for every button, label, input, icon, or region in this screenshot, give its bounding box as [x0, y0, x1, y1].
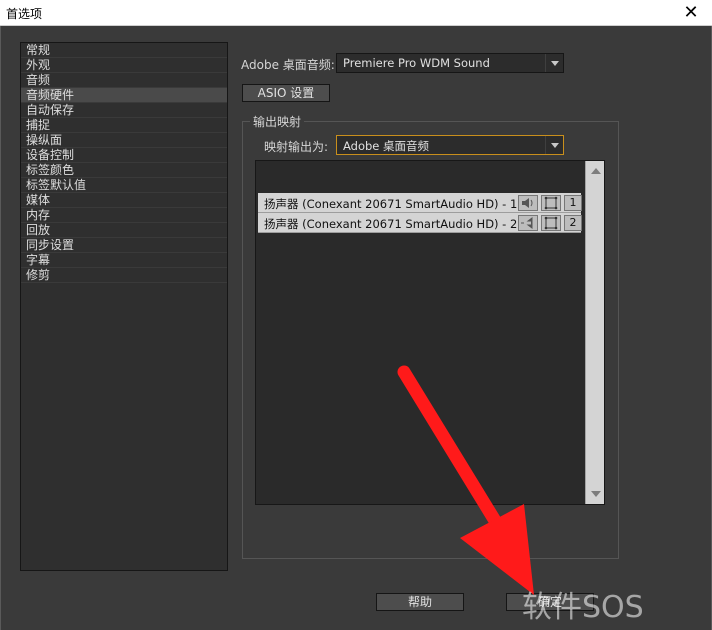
channel-number[interactable]: 2 — [564, 215, 582, 231]
sidebar-item[interactable]: 设备控制 — [21, 148, 227, 163]
map-output-label: 映射输出为: — [264, 140, 329, 154]
speaker-icon[interactable] — [518, 215, 538, 231]
map-output-value: Adobe 桌面音频 — [343, 139, 430, 153]
sidebar-item[interactable]: 内存 — [21, 208, 227, 223]
sidebar-item[interactable]: 媒体 — [21, 193, 227, 208]
sidebar-item[interactable]: 回放 — [21, 223, 227, 238]
sidebar-item[interactable]: 同步设置 — [21, 238, 227, 253]
title-bar: 首选项 ✕ — [0, 0, 712, 26]
watermark: 软件SOS — [522, 590, 644, 625]
help-button[interactable]: 帮助 — [376, 593, 464, 611]
close-button[interactable]: ✕ — [680, 2, 702, 24]
vertical-scrollbar[interactable] — [585, 161, 604, 504]
channel-label: 扬声器 (Conexant 20671 SmartAudio HD) - 1 — [264, 197, 518, 211]
channel-label: 扬声器 (Conexant 20671 SmartAudio HD) - 2 — [264, 217, 518, 231]
preferences-dialog: 常规 外观 音频 音频硬件 自动保存 捕捉 操纵面 设备控制 标签颜色 标签默认… — [0, 26, 712, 630]
desktop-audio-dropdown[interactable]: Premiere Pro WDM Sound — [336, 53, 564, 73]
sidebar-item[interactable]: 标签默认值 — [21, 178, 227, 193]
speaker-icon[interactable] — [518, 195, 538, 211]
sidebar-item-audio-hardware[interactable]: 音频硬件 — [21, 88, 227, 103]
bracket-icon[interactable] — [541, 215, 561, 231]
desktop-audio-label: Adobe 桌面音频: — [241, 58, 335, 72]
sidebar-item[interactable]: 字幕 — [21, 253, 227, 268]
chevron-down-icon — [545, 54, 563, 72]
sidebar-item[interactable]: 常规 — [21, 43, 227, 58]
desktop-audio-value: Premiere Pro WDM Sound — [343, 56, 490, 70]
channel-row[interactable]: 扬声器 (Conexant 20671 SmartAudio HD) - 1 1 — [258, 193, 582, 213]
category-list: 常规 外观 音频 音频硬件 自动保存 捕捉 操纵面 设备控制 标签颜色 标签默认… — [20, 42, 228, 571]
window-title: 首选项 — [6, 7, 43, 21]
channel-list: 扬声器 (Conexant 20671 SmartAudio HD) - 1 1… — [255, 160, 605, 505]
asio-settings-button[interactable]: ASIO 设置 — [242, 84, 330, 102]
sidebar-item[interactable]: 操纵面 — [21, 133, 227, 148]
scroll-down-icon[interactable] — [591, 491, 601, 497]
sidebar-item[interactable]: 修剪 — [21, 268, 227, 283]
output-mapping-title: 输出映射 — [250, 113, 305, 130]
sidebar-item[interactable]: 捕捉 — [21, 118, 227, 133]
channel-row[interactable]: 扬声器 (Conexant 20671 SmartAudio HD) - 2 2 — [258, 213, 582, 233]
sidebar-item[interactable]: 标签颜色 — [21, 163, 227, 178]
map-output-dropdown[interactable]: Adobe 桌面音频 — [336, 135, 564, 155]
chevron-down-icon — [545, 136, 563, 154]
channel-number[interactable]: 1 — [564, 195, 582, 211]
sidebar-item[interactable]: 自动保存 — [21, 103, 227, 118]
bracket-icon[interactable] — [541, 195, 561, 211]
sidebar-item[interactable]: 音频 — [21, 73, 227, 88]
scroll-up-icon[interactable] — [591, 168, 601, 174]
sidebar-item[interactable]: 外观 — [21, 58, 227, 73]
